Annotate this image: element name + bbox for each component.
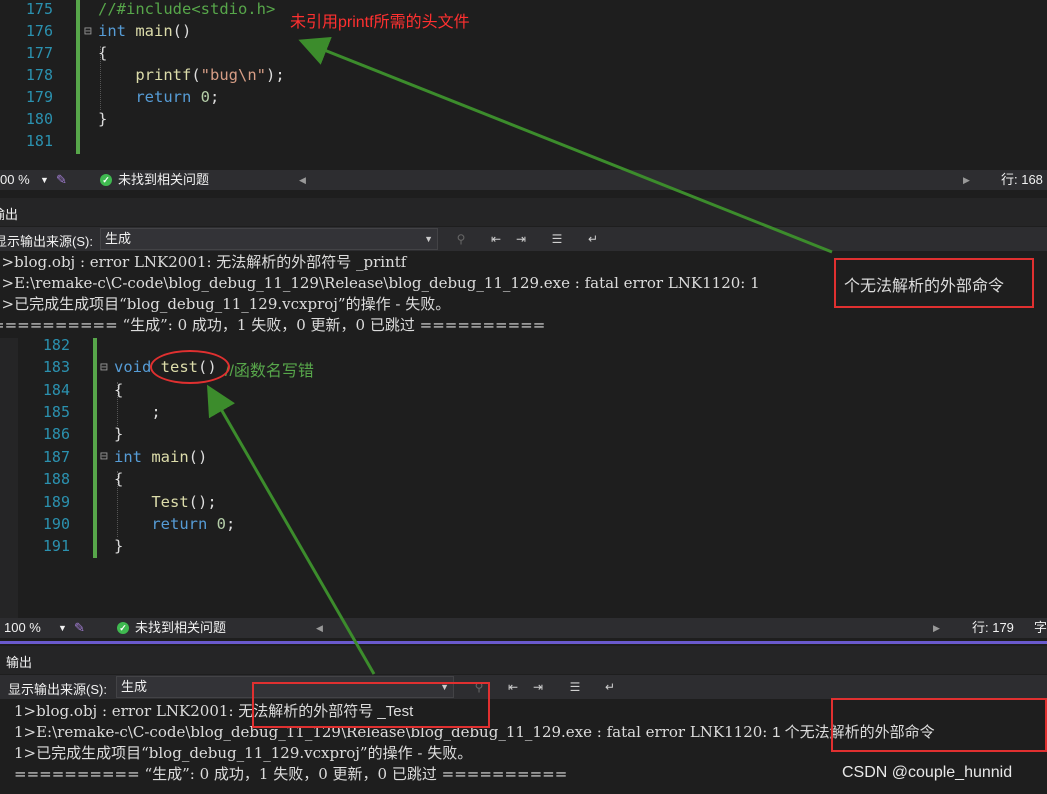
line-number: 182 [42, 338, 70, 354]
output-source-label: 显示输出来源(S): [8, 682, 107, 697]
next-message-icon[interactable]: ⇥ [529, 678, 547, 696]
prev-message-icon[interactable]: ⇤ [487, 230, 505, 248]
output-line: 1>blog.obj : error LNK2001: 无法解析的外部符号 _p… [0, 253, 407, 271]
line-number: 178 [25, 66, 53, 84]
code-line: } [98, 110, 108, 128]
cursor-position: 行: 179 [972, 620, 1014, 635]
top-output-panel-header: 输出 [0, 198, 1047, 226]
line-number: 177 [25, 44, 53, 62]
code-line: { [114, 470, 124, 488]
watermark: CSDN @couple_hunnid [842, 764, 1013, 781]
code-line: } [114, 537, 124, 555]
comment-wrong-function-name: //函数名写错 [225, 363, 314, 380]
cursor-position: 行: 168 [1001, 172, 1043, 187]
next-message-icon[interactable]: ⇥ [512, 230, 530, 248]
code-line: printf("bug\n"); [135, 66, 285, 84]
code-line: { [114, 381, 124, 399]
check-circle-icon: ✓ [117, 622, 129, 634]
issues-status[interactable]: 未找到相关问题 [135, 618, 226, 638]
code-line: return 0; [151, 515, 236, 533]
boxed-error-text: 个无法解析的外部命令 [844, 278, 1005, 295]
line-number: 189 [42, 493, 70, 511]
line-number: 183 [42, 358, 70, 376]
code-line: //#include<stdio.h> [98, 0, 276, 18]
output-text: 1>blog.obj : error LNK2001: [14, 702, 239, 720]
line-number: 186 [42, 425, 70, 443]
line-number: 185 [42, 403, 70, 421]
annotation-missing-header: 未引用printf所需的头文件 [290, 14, 470, 31]
prev-message-icon[interactable]: ⇤ [504, 678, 522, 696]
chevron-down-icon: ▼ [424, 234, 433, 244]
code-line: Test(); [151, 493, 217, 511]
code-line: } [114, 425, 124, 443]
output-line: ========== “生成”: 0 成功，1 失败，0 更新，0 已跳过 ==… [0, 316, 546, 334]
output-source-value: 生成 [105, 231, 132, 246]
output-line: 1>已完成生成项目“blog_debug_11_129.vcxproj”的操作 … [0, 295, 451, 313]
brush-icon[interactable]: ✎ [74, 618, 85, 638]
scroll-left-icon[interactable]: ◀ [299, 170, 306, 190]
highlight-box-unresolved-externals: 个无法解析的外部命令 [834, 258, 1034, 308]
line-number: 191 [42, 537, 70, 555]
line-number: 175 [25, 0, 53, 18]
zoom-level[interactable]: 100 % [4, 618, 41, 638]
output-panel-title: 输出 [6, 655, 33, 670]
word-wrap-icon[interactable]: ↵ [601, 678, 619, 696]
output-line: 1>E:\remake-c\C-code\blog_debug_11_129\R… [0, 274, 760, 292]
code-line: int main() [98, 22, 192, 40]
char-position-label: 字 [1034, 620, 1047, 635]
bottom-code-editor[interactable]: 182 183 184 185 186 187 188 189 190 191 … [0, 338, 1047, 618]
code-line: ; [114, 403, 161, 421]
fold-collapse-icon[interactable]: ⊟ [100, 360, 108, 375]
panel-divider[interactable] [0, 641, 1047, 644]
line-number: 181 [25, 132, 53, 150]
code-line: return 0; [135, 88, 220, 106]
scroll-right-icon[interactable]: ▶ [933, 618, 940, 638]
zoom-dropdown-icon[interactable]: ▼ [40, 170, 49, 190]
bottom-output-panel-header: 输出 [0, 646, 1047, 674]
line-number: 188 [42, 470, 70, 488]
highlight-box-unresolved-symbol [252, 682, 490, 728]
circle-highlight-test [150, 350, 230, 384]
find-in-output-icon[interactable]: ⚲ [452, 230, 470, 248]
bottom-output-toolbar: 显示输出来源(S): 生成 ▼ ⚲ ⇤ ⇥ ☰ ↵ [0, 675, 1047, 699]
output-line: 1>已完成生成项目“blog_debug_11_129.vcxproj”的操作 … [14, 744, 473, 762]
change-indicator-bar [93, 338, 97, 558]
highlight-box-unresolved-externals [831, 698, 1047, 752]
scroll-left-icon[interactable]: ◀ [316, 618, 323, 638]
top-output-toolbar: 显示输出来源(S): 生成 ▼ ⚲ ⇤ ⇥ ☰ ↵ [0, 227, 1047, 251]
line-number: 179 [25, 88, 53, 106]
check-circle-icon: ✓ [100, 174, 112, 186]
clear-all-icon[interactable]: ☰ [566, 678, 584, 696]
line-number: 184 [42, 381, 70, 399]
brush-icon[interactable]: ✎ [56, 170, 67, 190]
fold-collapse-icon[interactable]: ⊟ [84, 24, 92, 39]
bottom-editor-status-bar: 100 % ▼ ✎ ✓ 未找到相关问题 ◀ ▶ 行: 179 字 [0, 618, 1047, 638]
top-code-editor[interactable]: 175 176 177 178 179 180 181 ⊟ //#include… [0, 0, 1047, 168]
issues-status[interactable]: 未找到相关问题 [118, 170, 209, 190]
zoom-level[interactable]: 00 % [0, 170, 30, 190]
output-source-select[interactable]: 生成 ▼ [100, 228, 438, 250]
change-indicator-bar [76, 0, 80, 154]
line-number: 180 [25, 110, 53, 128]
line-number: 187 [42, 448, 70, 466]
output-source-label: 显示输出来源(S): [0, 234, 93, 249]
scroll-right-icon[interactable]: ▶ [963, 170, 970, 190]
zoom-dropdown-icon[interactable]: ▼ [58, 618, 67, 638]
editor-margin [0, 338, 18, 618]
word-wrap-icon[interactable]: ↵ [584, 230, 602, 248]
output-source-value: 生成 [121, 679, 148, 694]
output-line: ========== “生成”: 0 成功，1 失败，0 更新，0 已跳过 ==… [14, 765, 568, 783]
output-panel-title: 输出 [0, 207, 19, 222]
code-line: { [98, 44, 108, 62]
top-editor-status-bar: 00 % ▼ ✎ ✓ 未找到相关问题 ◀ ▶ 行: 168 [0, 170, 1047, 190]
line-number: 190 [42, 515, 70, 533]
fold-collapse-icon[interactable]: ⊟ [100, 449, 108, 464]
code-line: int main() [114, 448, 208, 466]
line-number: 176 [25, 22, 53, 40]
clear-all-icon[interactable]: ☰ [548, 230, 566, 248]
